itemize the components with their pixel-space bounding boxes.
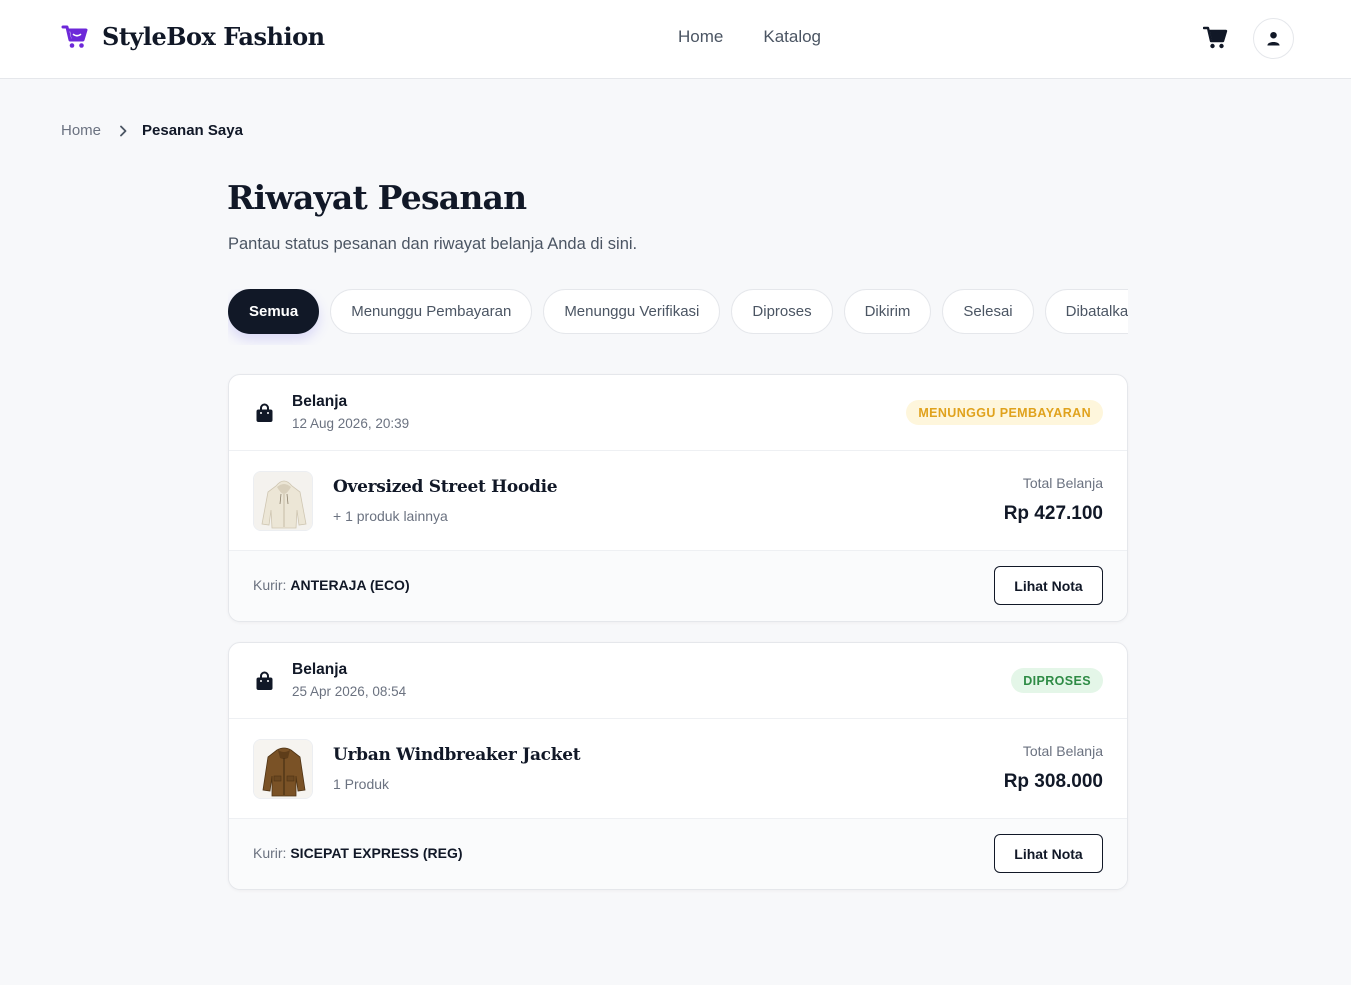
tab-menunggu-pembayaran[interactable]: Menunggu Pembayaran <box>330 289 533 334</box>
order-card-header: Belanja 12 Aug 2026, 20:39 MENUNGGU PEMB… <box>229 375 1127 451</box>
product-name[interactable]: Oversized Street Hoodie <box>333 477 558 497</box>
view-invoice-button[interactable]: Lihat Nota <box>994 566 1103 605</box>
tab-menunggu-verifikasi[interactable]: Menunggu Verifikasi <box>543 289 721 334</box>
courier-value: ANTERAJA (ECO) <box>290 577 410 593</box>
courier-label: Kurir: <box>253 845 287 861</box>
order-card-footer: Kurir: ANTERAJA (ECO) Lihat Nota <box>229 551 1127 621</box>
page-title: Riwayat Pesanan <box>227 178 527 217</box>
total-value: Rp 308.000 <box>1003 771 1103 792</box>
order-type: Belanja <box>292 661 348 678</box>
courier-info: Kurir: ANTERAJA (ECO) <box>253 577 410 593</box>
status-badge: DIPROSES <box>1011 668 1103 693</box>
chevron-right-icon <box>120 125 127 136</box>
user-icon <box>1267 31 1280 46</box>
product-thumbnail[interactable] <box>253 739 313 799</box>
order-date: 25 Apr 2026, 08:54 <box>292 684 407 699</box>
tab-semua[interactable]: Semua <box>228 289 320 334</box>
user-menu-button[interactable] <box>1253 18 1294 59</box>
breadcrumb-current: Pesanan Saya <box>142 122 243 139</box>
tab-selesai[interactable]: Selesai <box>942 289 1034 334</box>
order-date: 12 Aug 2026, 20:39 <box>292 416 410 431</box>
nav-katalog[interactable]: Katalog <box>763 27 821 47</box>
breadcrumb: Home Pesanan Saya <box>61 122 243 139</box>
brand-name: StyleBox Fashion <box>102 22 325 51</box>
courier-label: Kurir: <box>253 577 287 593</box>
product-thumbnail[interactable] <box>253 471 313 531</box>
breadcrumb-home[interactable]: Home <box>61 122 101 139</box>
product-name[interactable]: Urban Windbreaker Jacket <box>333 745 581 765</box>
cart-logo-icon <box>61 25 88 48</box>
jacket-image <box>254 740 312 798</box>
order-card: Belanja 12 Aug 2026, 20:39 MENUNGGU PEMB… <box>228 374 1128 622</box>
page-subtitle: Pantau status pesanan dan riwayat belanj… <box>228 235 638 253</box>
brand-logo[interactable]: StyleBox Fashion <box>61 22 325 51</box>
tab-dibatalkan[interactable]: Dibatalkan <box>1044 289 1128 334</box>
shopping-bag-icon <box>256 403 273 422</box>
cart-button[interactable] <box>1202 25 1229 51</box>
order-card-footer: Kurir: SICEPAT EXPRESS (REG) Lihat Nota <box>229 819 1127 889</box>
total-label: Total Belanja <box>1022 475 1103 491</box>
shopping-cart-icon <box>1202 26 1228 49</box>
order-card-body: Urban Windbreaker Jacket 1 Produk Total … <box>229 719 1127 819</box>
top-navbar: StyleBox Fashion Home Katalog <box>0 0 1351 79</box>
tab-dikirim[interactable]: Dikirim <box>843 289 932 334</box>
tab-diproses[interactable]: Diproses <box>731 289 833 334</box>
courier-value: SICEPAT EXPRESS (REG) <box>290 845 463 861</box>
order-card: Belanja 25 Apr 2026, 08:54 DIPROSES Urba… <box>228 642 1128 890</box>
status-badge: MENUNGGU PEMBAYARAN <box>906 400 1103 425</box>
main-nav: Home Katalog <box>678 27 861 47</box>
product-count: + 1 produk lainnya <box>333 508 448 524</box>
order-card-header: Belanja 25 Apr 2026, 08:54 DIPROSES <box>229 643 1127 719</box>
total-value: Rp 427.100 <box>1003 503 1103 524</box>
view-invoice-button[interactable]: Lihat Nota <box>994 834 1103 873</box>
shopping-bag-icon <box>256 671 273 690</box>
nav-home[interactable]: Home <box>678 27 723 47</box>
hoodie-image <box>254 472 312 530</box>
product-count: 1 Produk <box>333 776 390 792</box>
total-label: Total Belanja <box>1022 743 1103 759</box>
courier-info: Kurir: SICEPAT EXPRESS (REG) <box>253 845 463 861</box>
status-filter-tabs[interactable]: Semua Menunggu Pembayaran Menunggu Verif… <box>228 289 1128 345</box>
order-card-body: Oversized Street Hoodie + 1 produk lainn… <box>229 451 1127 551</box>
order-type: Belanja <box>292 393 348 410</box>
